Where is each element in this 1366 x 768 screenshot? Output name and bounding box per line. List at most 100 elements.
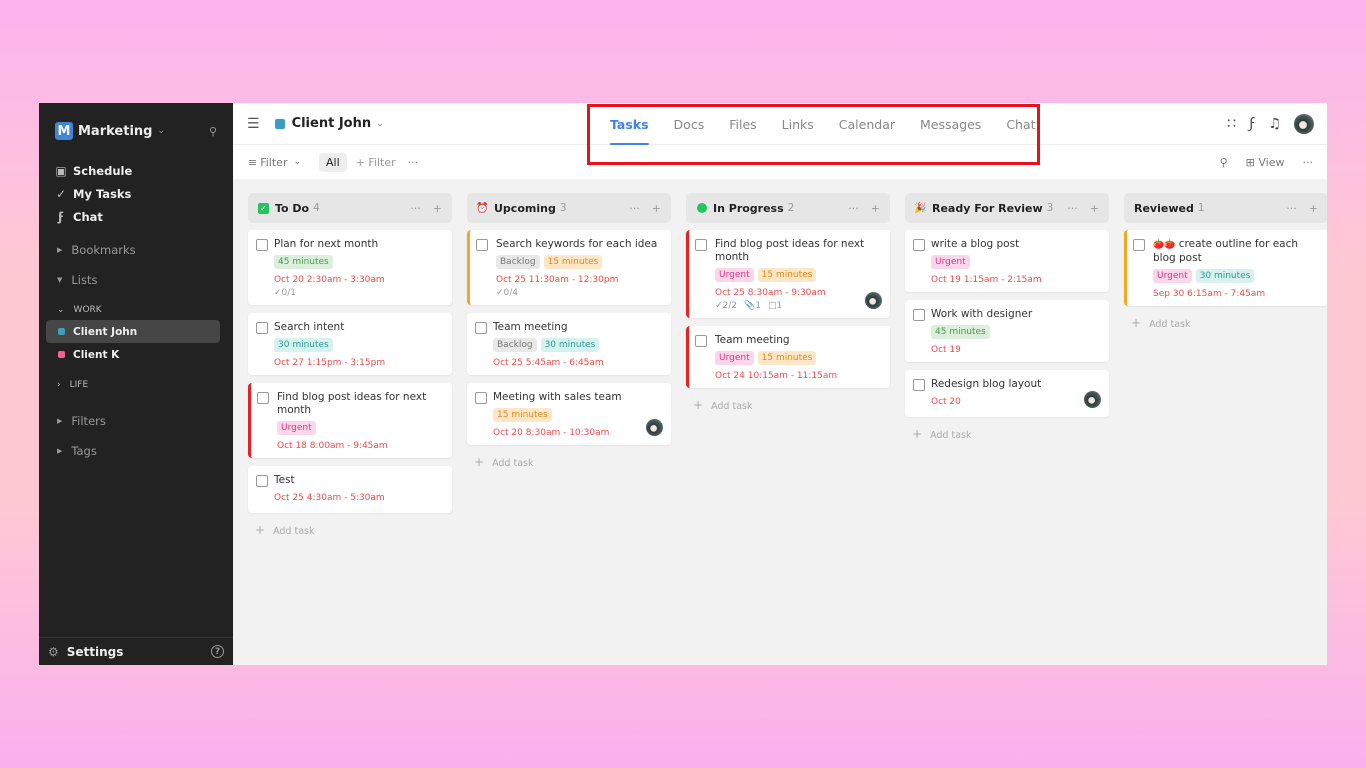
task-checkbox[interactable] [475,322,487,334]
column-more-icon[interactable]: ··· [410,202,421,215]
column-add-icon[interactable]: + [1309,202,1318,215]
task-tag[interactable]: 15 minutes [493,408,552,422]
sidebar-section-tags[interactable]: ▶ Tags [39,441,233,461]
column-add-icon[interactable]: + [1090,202,1099,215]
add-task-button[interactable]: + Add task [467,453,671,471]
task-card[interactable]: Find blog post ideas for next month Urgen… [686,230,890,318]
sidebar-section-filters[interactable]: ▶ Filters [39,411,233,431]
task-card[interactable]: Test Oct 25 4:30am - 5:30am [248,466,452,513]
task-checkbox[interactable] [256,322,268,334]
add-filter-button[interactable]: + Filter [356,156,396,169]
task-card[interactable]: Meeting with sales team 15 minutes Oct 20 … [467,383,671,445]
tab-messages[interactable]: Messages [908,103,993,145]
task-checkbox[interactable] [1133,239,1145,251]
bell-icon[interactable]: ♫ [1268,116,1281,132]
list-item-client-k[interactable]: Client K [46,343,220,366]
apps-grid-icon[interactable]: ∷ [1227,116,1236,132]
task-tag[interactable]: Backlog [493,338,537,352]
column-more-icon[interactable]: ··· [1286,202,1297,215]
task-checkbox[interactable] [475,392,487,404]
task-tags: Urgent 15 minutes [715,268,882,282]
list-item-client-john[interactable]: Client John [46,320,220,343]
task-tag[interactable]: 15 minutes [543,255,603,269]
task-checkbox[interactable] [256,475,268,487]
filter-all-chip[interactable]: All [319,152,347,172]
sidebar-item-my-tasks[interactable]: ✓ My Tasks [39,182,233,205]
view-button[interactable]: ⊞ View [1246,156,1285,169]
add-task-button[interactable]: + Add task [686,396,890,414]
assignee-avatar[interactable] [1084,391,1101,408]
search-icon[interactable]: ⚲ [1220,156,1228,169]
tab-docs[interactable]: Docs [662,103,717,145]
tab-links[interactable]: Links [770,103,826,145]
add-task-button[interactable]: + Add task [905,425,1109,443]
task-tag[interactable]: Backlog [496,255,540,269]
task-tag[interactable]: Urgent [931,255,970,269]
task-card[interactable]: Search intent 30 minutes Oct 27 1:15pm - 3… [248,313,452,375]
task-tag[interactable]: Urgent [715,268,754,282]
tab-calendar[interactable]: Calendar [827,103,907,145]
task-card[interactable]: Search keywords for each idea Backlog 15 m… [467,230,671,305]
task-tag[interactable]: 45 minutes [931,325,990,339]
workspace-switcher[interactable]: M Marketing ⌄ ⚲ [39,103,233,159]
sidebar-item-schedule[interactable]: ▣ Schedule [39,159,233,182]
task-card[interactable]: Find blog post ideas for next month Urgen… [248,383,452,458]
task-tag[interactable]: 30 minutes [1195,269,1255,283]
column-more-icon[interactable]: ··· [848,202,859,215]
task-card[interactable]: 🍅🍅 create outline for each blog post Urge… [1124,230,1327,306]
column-more-icon[interactable]: ··· [629,202,640,215]
add-task-button[interactable]: + Add task [1124,314,1327,332]
chevron-down-icon[interactable]: ⌄ [376,119,384,129]
task-tag[interactable]: 15 minutes [757,268,817,282]
task-tag[interactable]: Urgent [715,351,754,365]
task-checkbox[interactable] [695,335,707,347]
bolt-icon[interactable]: ϝ [1249,116,1255,132]
task-card[interactable]: Redesign blog layout Oct 20 [905,370,1109,417]
task-tag[interactable]: 30 minutes [540,338,600,352]
column-add-icon[interactable]: + [433,202,442,215]
task-card[interactable]: Plan for next month 45 minutes Oct 20 2:30… [248,230,452,305]
task-tag[interactable]: 45 minutes [274,255,333,269]
task-card[interactable]: write a blog post Urgent Oct 19 1:15am - 2… [905,230,1109,292]
help-icon[interactable]: ? [211,645,224,658]
menu-icon[interactable]: ☰ [247,116,260,132]
group-work[interactable]: ⌄ WORK [39,300,233,320]
column-more-icon[interactable]: ··· [1067,202,1078,215]
task-tag[interactable]: Urgent [277,421,316,435]
task-checkbox[interactable] [476,239,488,251]
column-add-icon[interactable]: + [871,202,880,215]
user-avatar[interactable] [1294,113,1314,134]
more-icon[interactable]: ··· [1303,156,1314,169]
task-tag[interactable]: Urgent [1153,269,1192,283]
task-card[interactable]: Team meeting Backlog 30 minutes Oct 25 5:45… [467,313,671,375]
task-tag[interactable]: 30 minutes [274,338,333,352]
task-checkbox[interactable] [257,392,269,404]
task-checkbox[interactable] [913,239,925,251]
task-card[interactable]: Work with designer 45 minutes Oct 19 [905,300,1109,362]
task-checkbox[interactable] [913,309,925,321]
tab-tasks[interactable]: Tasks [598,103,661,145]
sidebar-section-bookmarks[interactable]: ▶ Bookmarks [39,240,233,260]
settings-button[interactable]: ⚙ Settings ? [39,637,233,665]
task-card[interactable]: Team meeting Urgent 15 minutes Oct 24 10:15… [686,326,890,388]
sidebar-item-chat[interactable]: ϝ Chat [39,205,233,228]
assignee-avatar[interactable] [865,292,882,309]
filter-bar: ≡ Filter ⌄ All + Filter ··· ⚲ ⊞ View ··· [233,145,1327,179]
task-tag[interactable]: 15 minutes [757,351,817,365]
sidebar-item-label: My Tasks [73,186,132,201]
assignee-avatar[interactable] [646,419,663,436]
tab-files[interactable]: Files [717,103,768,145]
add-task-button[interactable]: + Add task [248,521,452,539]
tab-chat[interactable]: Chat [994,103,1047,145]
column-add-icon[interactable]: + [652,202,661,215]
group-life[interactable]: › LIFE [39,375,233,395]
task-checkbox[interactable] [913,379,925,391]
task-checkbox[interactable] [256,239,268,251]
project-title[interactable]: Client John [292,116,372,131]
sidebar-section-lists[interactable]: ▼ Lists [39,270,233,290]
task-checkbox[interactable] [695,239,707,251]
search-icon[interactable]: ⚲ [209,125,217,138]
more-icon[interactable]: ··· [408,156,419,169]
chevron-down-icon[interactable]: ⌄ [293,157,301,167]
filter-dropdown[interactable]: Filter [260,156,287,169]
